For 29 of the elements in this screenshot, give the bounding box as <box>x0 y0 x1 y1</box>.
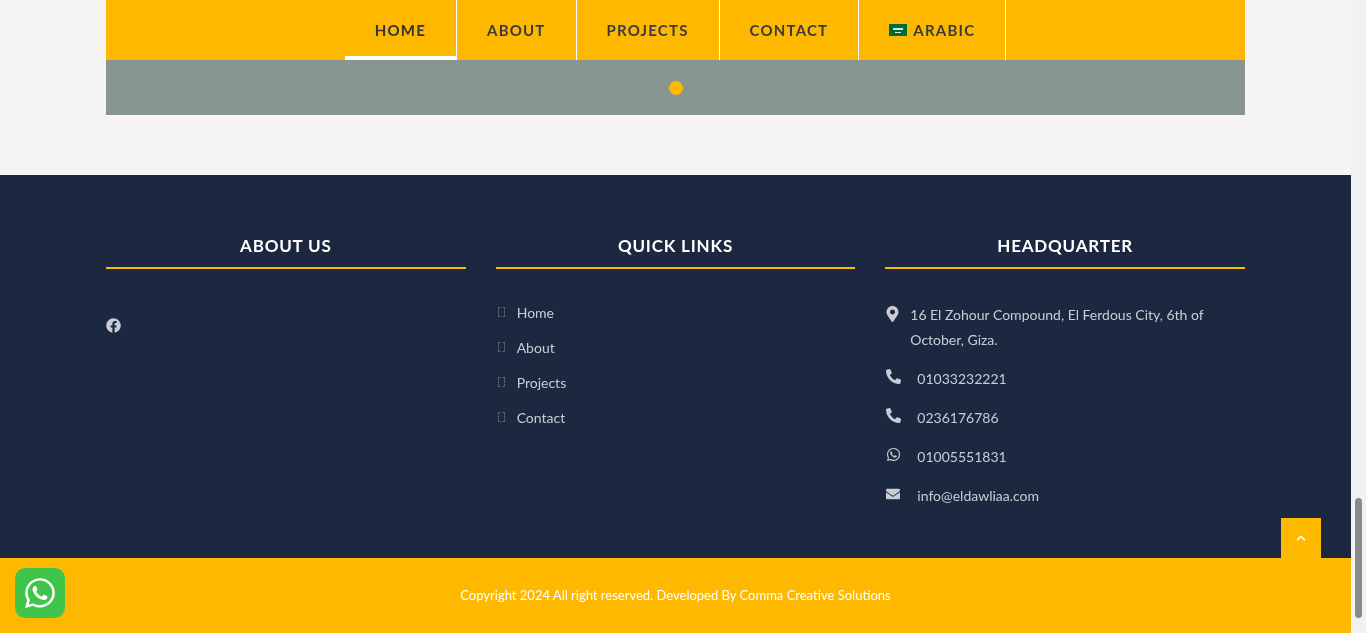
footer-link[interactable]: Contact <box>516 406 566 428</box>
whatsapp-button[interactable] <box>15 568 65 618</box>
email-text: info@eldawliaa.com <box>917 485 1040 506</box>
whatsapp-icon <box>23 576 57 610</box>
phone-icon <box>885 368 901 384</box>
envelope-icon <box>885 486 902 501</box>
missing-glyph-icon <box>497 377 505 387</box>
address-text: 16 El Zohour Compound, El Ferdous City, 6th of October, Giza. <box>910 304 1205 350</box>
missing-glyph-icon <box>497 342 505 352</box>
flag-icon <box>889 24 908 36</box>
scrollbar-thumb[interactable] <box>1355 498 1362 618</box>
phone-number: 01033232221 <box>917 368 1007 389</box>
facebook-icon[interactable] <box>106 317 121 333</box>
phone-number: 01005551831 <box>917 446 1007 467</box>
missing-glyph-icon <box>497 307 505 317</box>
location-pin-icon <box>885 305 899 322</box>
phone-number: 0236176786 <box>917 407 999 428</box>
chevron-up-icon <box>1296 533 1306 543</box>
whatsapp-icon <box>885 446 901 462</box>
footer-link[interactable]: About <box>516 336 555 358</box>
footer-link[interactable]: Home <box>516 301 554 323</box>
section-heading: ABOUT US <box>106 233 466 269</box>
phone-icon <box>885 407 901 423</box>
loading-spinner-icon <box>668 80 683 95</box>
missing-glyph-icon <box>497 412 505 422</box>
copyright-text: Copyright 2024 All right reserved. Developed By Comma Creative Solutions <box>460 585 891 605</box>
section-heading: QUICK LINKS <box>495 233 856 269</box>
section-heading: HEADQUARTER <box>885 233 1245 269</box>
footer-link[interactable]: Projects <box>516 371 567 393</box>
